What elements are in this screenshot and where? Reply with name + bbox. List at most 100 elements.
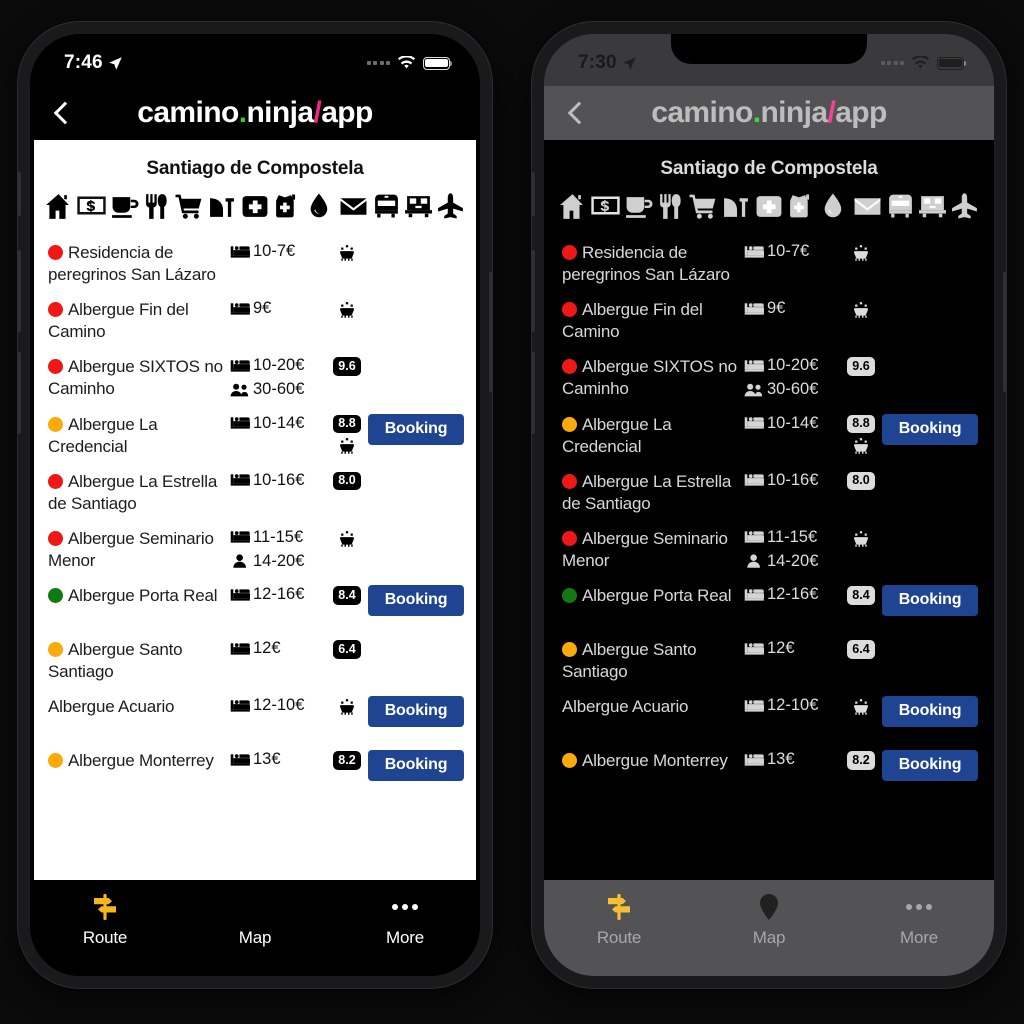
status-pin-amber	[48, 416, 63, 432]
booking-column	[882, 298, 980, 299]
atm-icon[interactable]	[77, 192, 106, 221]
booking-button[interactable]: Booking	[368, 696, 464, 728]
back-button[interactable]	[50, 102, 72, 124]
booking-button[interactable]: Booking	[882, 413, 978, 445]
list-item[interactable]: Residencia de peregrinos San Lázaro 10-7…	[34, 235, 476, 292]
house-icon[interactable]	[558, 192, 587, 221]
water-drop-icon[interactable]	[820, 192, 849, 221]
rating-badge: 8.0	[847, 471, 875, 491]
bed-icon	[744, 700, 764, 712]
list-item[interactable]: Albergue La Credencial 10-14€ 8.8 Bookin…	[34, 407, 476, 464]
list-item[interactable]: Albergue Fin del Camino 9€	[548, 292, 990, 349]
list-item[interactable]: Albergue Monterrey 13€ 8.2 Booking	[548, 743, 990, 797]
restaurant-icon[interactable]	[656, 192, 685, 221]
booking-column	[368, 527, 466, 528]
train-icon[interactable]	[918, 192, 947, 221]
price-value: 30-60€	[253, 380, 305, 399]
list-item[interactable]: Albergue Acuario 12-10€ Booking	[548, 689, 990, 743]
list-item[interactable]: Albergue Monterrey 13€ 8.2 Booking	[34, 743, 476, 797]
pharmacy-icon[interactable]	[241, 192, 270, 221]
tab-route[interactable]: Route	[544, 892, 694, 948]
tab-bar: Route Map More	[30, 880, 480, 976]
status-left: 7:30	[578, 52, 637, 74]
list-item[interactable]: Albergue Fin del Camino 9€	[34, 292, 476, 349]
price-column: 10-16€	[230, 470, 326, 490]
rating-badge: 8.8	[847, 414, 875, 434]
albergue-name: Residencia de peregrinos San Lázaro	[562, 243, 730, 285]
plane-icon[interactable]	[951, 192, 980, 221]
booking-button[interactable]: Booking	[368, 585, 464, 617]
back-button[interactable]	[564, 102, 586, 124]
laundry-icon[interactable]	[208, 192, 237, 221]
list-item[interactable]: Albergue SIXTOS no Caminho 10-20€ 30-60€ …	[548, 349, 990, 406]
house-icon[interactable]	[44, 192, 73, 221]
booking-button[interactable]: Booking	[368, 413, 464, 445]
train-icon[interactable]	[404, 192, 433, 221]
list-item[interactable]: Albergue Seminario Menor 11-15€ 14-20€	[34, 521, 476, 578]
restaurant-icon[interactable]	[142, 192, 171, 221]
phone-volume-up-button[interactable]	[17, 250, 21, 332]
booking-column: Booking	[882, 749, 980, 782]
brand-prefix: camino	[651, 96, 753, 129]
price-line: 12-10€	[230, 696, 326, 715]
list-item[interactable]: Albergue Santo Santiago 12€ 6.4	[34, 632, 476, 689]
price-value: 10-16€	[253, 470, 305, 489]
booking-button[interactable]: Booking	[882, 750, 978, 782]
tab-more[interactable]: More	[844, 892, 994, 948]
phone-volume-up-button[interactable]	[531, 250, 535, 332]
list-item[interactable]: Albergue SIXTOS no Caminho 10-20€ 30-60€ …	[34, 349, 476, 406]
booking-column	[368, 298, 466, 299]
phone-power-button[interactable]	[489, 272, 493, 392]
phone-power-button[interactable]	[1003, 272, 1007, 392]
phone-light: 7:46 camino.ninja/app Santiago de Compos…	[17, 22, 493, 988]
tab-route[interactable]: Route	[30, 892, 180, 948]
tab-map[interactable]: Map	[694, 892, 844, 948]
albergue-name: Albergue Acuario	[48, 697, 175, 717]
bed-icon	[230, 360, 250, 372]
list-item[interactable]: Albergue Acuario 12-10€ Booking	[34, 689, 476, 743]
atm-icon[interactable]	[591, 192, 620, 221]
list-item[interactable]: Albergue Santo Santiago 12€ 6.4	[548, 632, 990, 689]
medical-icon[interactable]	[273, 192, 302, 221]
plane-icon[interactable]	[437, 192, 466, 221]
albergue-name: Albergue La Estrella de Santiago	[48, 471, 218, 513]
content-card: Santiago de Compostela Residencia de per…	[34, 140, 476, 880]
list-item[interactable]: Residencia de peregrinos San Lázaro 10-7…	[548, 235, 990, 292]
tab-more[interactable]: More	[330, 892, 480, 948]
brand-suffix: app	[321, 96, 373, 129]
bus-icon[interactable]	[372, 192, 401, 221]
phone-mute-switch[interactable]	[531, 172, 535, 216]
albergue-name: Albergue Porta Real	[562, 584, 744, 607]
phone-mute-switch[interactable]	[17, 172, 21, 216]
booking-column	[882, 638, 980, 639]
booking-column	[882, 355, 980, 356]
phone-volume-down-button[interactable]	[531, 352, 535, 434]
coffee-icon[interactable]	[624, 192, 653, 221]
pharmacy-icon[interactable]	[755, 192, 784, 221]
list-item[interactable]: Albergue La Estrella de Santiago 10-16€ …	[34, 464, 476, 521]
phone-volume-down-button[interactable]	[17, 352, 21, 434]
mail-icon[interactable]	[339, 192, 368, 221]
map-pin-icon-wrap	[694, 892, 844, 922]
list-item[interactable]: Albergue La Estrella de Santiago 10-16€ …	[548, 464, 990, 521]
medical-icon[interactable]	[787, 192, 816, 221]
price-column: 13€	[744, 749, 840, 769]
laundry-icon[interactable]	[722, 192, 751, 221]
list-item[interactable]: Albergue La Credencial 10-14€ 8.8 Bookin…	[548, 407, 990, 464]
booking-button[interactable]: Booking	[368, 750, 464, 782]
booking-button[interactable]: Booking	[882, 585, 978, 617]
list-item[interactable]: Albergue Porta Real 12-16€ 8.4 Booking	[34, 578, 476, 632]
mail-icon[interactable]	[853, 192, 882, 221]
water-drop-icon[interactable]	[306, 192, 335, 221]
location-arrow-icon	[623, 56, 636, 70]
booking-button[interactable]: Booking	[882, 696, 978, 728]
list-item[interactable]: Albergue Porta Real 12-16€ 8.4 Booking	[548, 578, 990, 632]
shopping-cart-icon[interactable]	[175, 192, 204, 221]
shopping-cart-icon[interactable]	[689, 192, 718, 221]
bus-icon[interactable]	[886, 192, 915, 221]
price-column: 10-14€	[230, 413, 326, 433]
list-item[interactable]: Albergue Seminario Menor 11-15€ 14-20€	[548, 521, 990, 578]
price-value: 13€	[253, 750, 281, 769]
coffee-icon[interactable]	[110, 192, 139, 221]
tab-map[interactable]: Map	[180, 892, 330, 948]
